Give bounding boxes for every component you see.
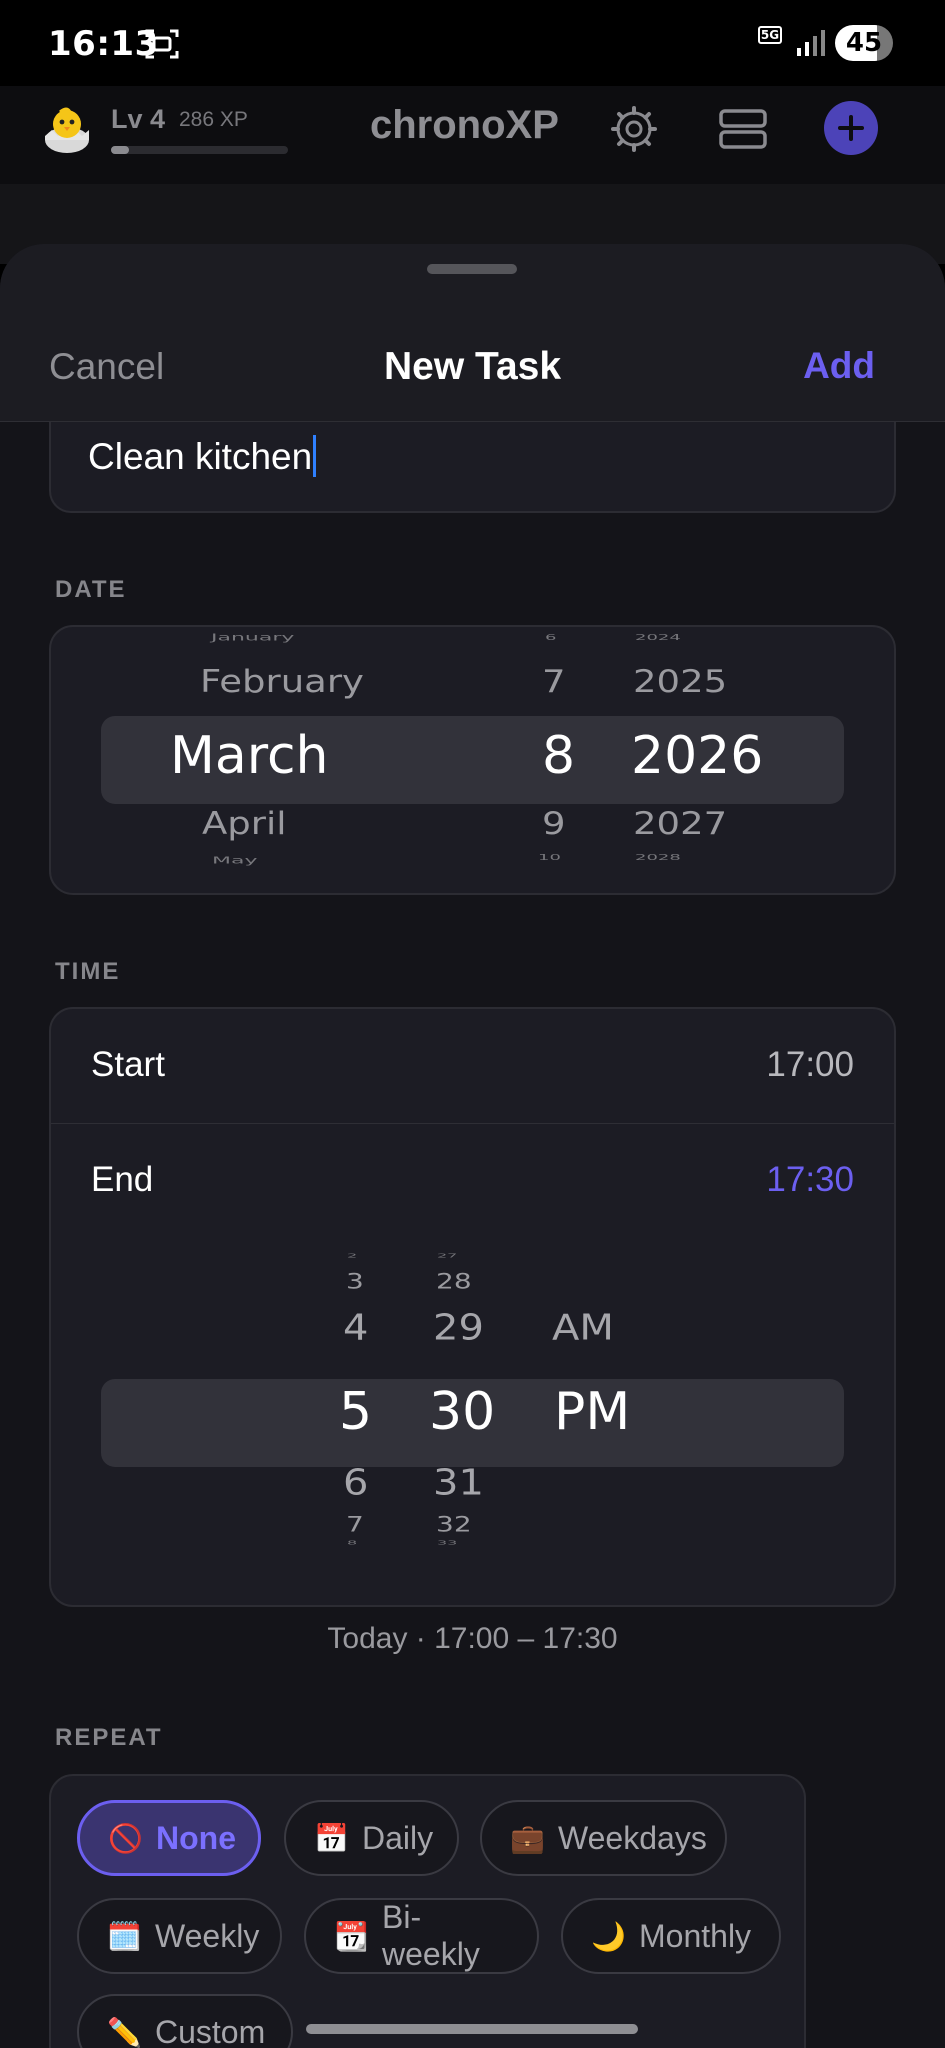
month-option[interactable]: February — [200, 663, 364, 700]
year-option[interactable]: 2025 — [633, 663, 727, 700]
calendar-icon: 📆 — [334, 1920, 369, 1952]
status-bar: 16:13 5G 45 — [0, 0, 945, 86]
screenshot-icon — [145, 29, 179, 59]
hour-option[interactable]: 7 — [346, 1512, 364, 1537]
minute-option[interactable]: 32 — [436, 1512, 472, 1537]
minute-option[interactable]: 28 — [436, 1269, 472, 1294]
selected-day[interactable]: 8 — [542, 726, 575, 786]
end-time-row[interactable]: End 17:30 — [51, 1124, 894, 1238]
battery-indicator: 45 — [835, 25, 893, 61]
date-picker[interactable]: January February March April May 6 7 8 9… — [49, 625, 896, 895]
period-option[interactable]: AM — [552, 1307, 614, 1348]
day-option[interactable]: 9 — [542, 805, 566, 842]
date-section-label: DATE — [55, 576, 127, 603]
start-label: Start — [91, 1045, 165, 1084]
hour-option[interactable]: 3 — [346, 1269, 364, 1294]
layout-icon[interactable] — [718, 108, 768, 150]
year-option[interactable]: 2027 — [633, 805, 727, 842]
task-name-input[interactable]: Clean kitchen — [49, 422, 896, 513]
signal-icon — [797, 30, 825, 56]
selected-hour[interactable]: 5 — [339, 1382, 372, 1442]
time-summary: Today · 17:00 – 17:30 — [327, 1622, 618, 1655]
task-name-value: Clean kitchen — [88, 436, 313, 477]
sheet-grabber[interactable] — [427, 264, 517, 274]
spiral-calendar-icon: 🗓️ — [107, 1920, 142, 1952]
repeat-chip-monthly[interactable]: 🌙 Monthly — [561, 1898, 781, 1974]
start-time-value[interactable]: 17:00 — [766, 1045, 854, 1085]
minute-option[interactable]: 29 — [433, 1307, 484, 1348]
home-indicator[interactable] — [306, 2024, 638, 2034]
new-task-sheet: Cancel New Task Add Clean kitchen DATE J… — [0, 244, 945, 2048]
hour-option[interactable]: 6 — [343, 1462, 368, 1503]
month-option[interactable]: May — [212, 855, 257, 866]
add-button[interactable]: Add — [803, 345, 875, 387]
month-option[interactable]: April — [202, 805, 287, 842]
repeat-chip-weekly[interactable]: 🗓️ Weekly — [77, 1898, 282, 1974]
hour-option[interactable]: 4 — [343, 1307, 368, 1348]
gear-icon[interactable] — [611, 106, 657, 152]
repeat-chip-custom[interactable]: ✏️ Custom — [77, 1994, 293, 2048]
minute-option[interactable]: 27 — [437, 1252, 457, 1259]
time-card: Start 17:00 End 17:30 2 3 4 5 6 7 8 27 2… — [49, 1007, 896, 1607]
repeat-chip-biweekly[interactable]: 📆 Bi-weekly — [304, 1898, 539, 1974]
minute-option[interactable]: 31 — [433, 1462, 484, 1503]
no-entry-icon: 🚫 — [108, 1822, 143, 1854]
time-section-label: TIME — [55, 958, 121, 985]
month-option[interactable]: January — [211, 632, 294, 643]
xp-label: 286 XP — [179, 108, 248, 131]
minute-option[interactable]: 33 — [437, 1539, 457, 1546]
xp-progress-fill — [111, 146, 129, 154]
avatar-chick-icon[interactable] — [40, 104, 94, 154]
repeat-chip-daily[interactable]: 📅 Daily — [284, 1800, 459, 1876]
briefcase-icon: 💼 — [510, 1822, 545, 1854]
end-label: End — [91, 1160, 154, 1199]
start-time-row[interactable]: Start 17:00 — [51, 1009, 894, 1123]
sheet-header: Cancel New Task Add — [0, 244, 945, 422]
level-label: Lv 4 — [111, 104, 166, 134]
network-badge: 5G — [755, 26, 785, 60]
add-icon[interactable] — [824, 101, 878, 155]
repeat-section-label: REPEAT — [55, 1724, 163, 1751]
text-caret — [313, 435, 317, 477]
repeat-options-card: 🚫 None 📅 Daily 💼 Weekdays 🗓️ Weekly 📆 Bi… — [49, 1774, 806, 2048]
selected-period[interactable]: PM — [554, 1382, 630, 1442]
day-option[interactable]: 10 — [538, 853, 561, 862]
repeat-chip-none[interactable]: 🚫 None — [77, 1800, 261, 1876]
app-brand: chronoXP — [370, 103, 559, 147]
day-option[interactable]: 6 — [545, 633, 556, 642]
day-option[interactable]: 7 — [542, 663, 566, 700]
end-time-value[interactable]: 17:30 — [766, 1160, 854, 1200]
selected-month[interactable]: March — [170, 726, 329, 786]
xp-progress-bar — [111, 146, 288, 154]
status-time: 16:13 — [48, 24, 159, 64]
year-option[interactable]: 2028 — [635, 853, 681, 862]
pencil-icon: ✏️ — [107, 2016, 142, 2048]
selected-minute[interactable]: 30 — [429, 1382, 495, 1442]
hour-option[interactable]: 8 — [347, 1539, 357, 1546]
selected-year[interactable]: 2026 — [631, 726, 763, 786]
repeat-chip-weekdays[interactable]: 💼 Weekdays — [480, 1800, 727, 1876]
calendar-icon: 📅 — [314, 1822, 349, 1854]
year-option[interactable]: 2024 — [635, 633, 681, 642]
hour-option[interactable]: 2 — [347, 1252, 357, 1259]
crescent-moon-icon: 🌙 — [591, 1920, 626, 1952]
